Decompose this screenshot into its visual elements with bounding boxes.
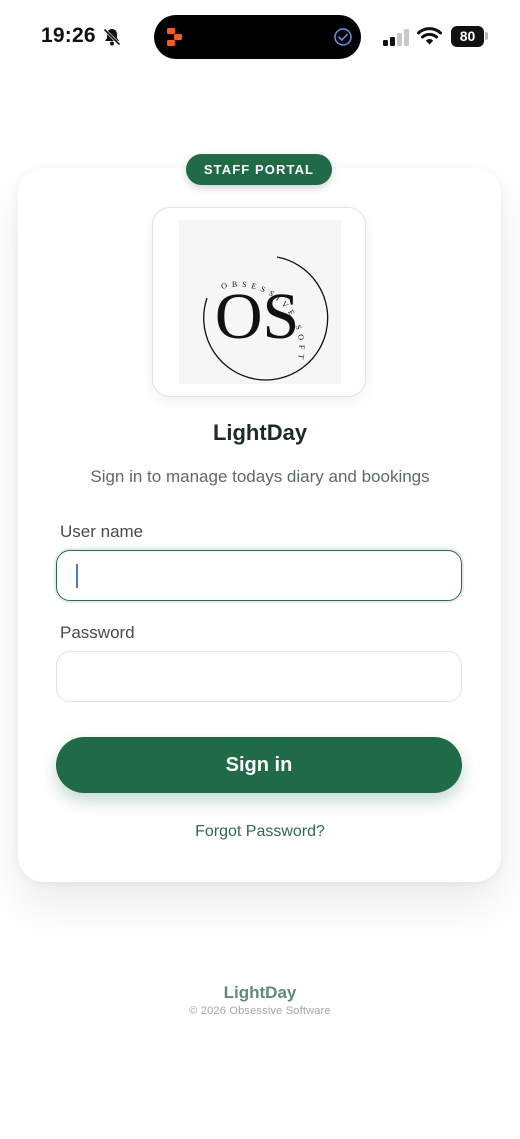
footer-brand: LightDay bbox=[223, 983, 297, 1002]
text-caret bbox=[76, 564, 78, 588]
logo-container: OBSESSIVE SOFTWARE OS bbox=[152, 207, 366, 397]
bell-slash-icon bbox=[103, 28, 121, 46]
username-label: User name bbox=[60, 522, 144, 541]
app-title: LightDay bbox=[212, 420, 308, 445]
obsessive-software-logo: OBSESSIVE SOFTWARE OS bbox=[179, 220, 329, 381]
password-input[interactable] bbox=[56, 651, 462, 702]
status-bar: 19:26 80 bbox=[0, 0, 520, 75]
signal-icon bbox=[383, 29, 409, 46]
dynamic-island[interactable] bbox=[154, 15, 361, 59]
logo-background: OBSESSIVE SOFTWARE OS bbox=[179, 220, 341, 384]
battery-cap bbox=[485, 32, 488, 40]
staff-portal-badge: STAFF PORTAL bbox=[186, 154, 332, 185]
password-label: Password bbox=[60, 623, 135, 642]
check-circle-icon bbox=[334, 28, 352, 46]
sign-in-button[interactable]: Sign in bbox=[56, 737, 462, 793]
app-activity-icon bbox=[167, 28, 182, 46]
footer-copyright: © 2026 Obsessive Software bbox=[189, 1005, 331, 1017]
login-screen: 19:26 80 STAFF PORTAL OBSESSIVE SOFT OS … bbox=[0, 0, 520, 1139]
wifi-icon bbox=[417, 27, 442, 45]
forgot-password-link[interactable]: Forgot Password? bbox=[0, 823, 520, 841]
page-subtitle: Sign in to manage todays diary and booki… bbox=[90, 467, 430, 486]
status-time: 19:26 bbox=[41, 24, 96, 47]
battery-icon: 80 bbox=[451, 26, 484, 47]
logo-monogram: OS bbox=[215, 280, 299, 353]
username-input[interactable] bbox=[56, 550, 462, 601]
